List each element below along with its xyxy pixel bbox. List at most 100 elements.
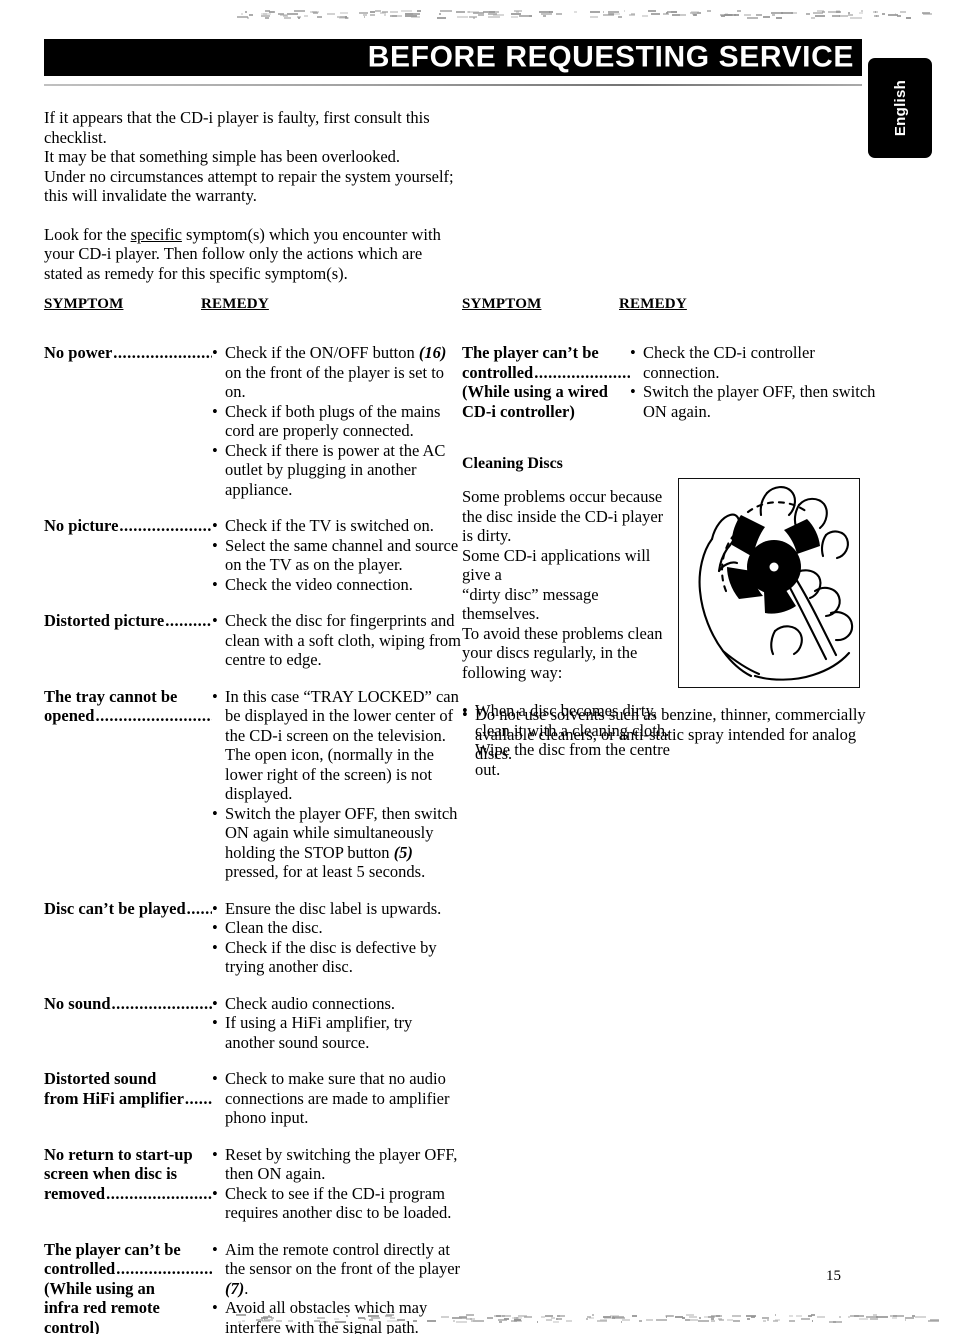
heading-remedy: REMEDY bbox=[201, 296, 269, 312]
list-item: • Switch the player OFF, then switch ON a… bbox=[630, 382, 882, 421]
cleaning-paragraph-line: To avoid these problems clean bbox=[462, 623, 663, 643]
symptom-line: (While using a wired bbox=[462, 382, 608, 401]
remedy-list: • Aim the remote control directly at the … bbox=[212, 1240, 464, 1334]
bullet-icon: • bbox=[212, 1183, 218, 1203]
symptom-remedy-entry: No sound................................… bbox=[44, 994, 464, 1053]
bullet-icon: • bbox=[212, 918, 218, 937]
cleaning-paragraph-line: is dirty. bbox=[462, 526, 512, 545]
list-item-text: Ensure the disc label is upwards. bbox=[225, 898, 442, 918]
intro-text: If it appears that the CD-i player is fa… bbox=[44, 108, 464, 283]
symptom-text: Distorted picture bbox=[44, 611, 165, 630]
entry-row: No return to start-up screen when disc is… bbox=[44, 1145, 464, 1223]
part-reference: (7) bbox=[225, 1278, 245, 1298]
symptom-line: The tray cannot be bbox=[44, 686, 178, 706]
list-item-text: In this case “TRAY LOCKED” can be displa… bbox=[225, 686, 459, 804]
list-item-text: Reset by switching the player OFF, then … bbox=[225, 1144, 458, 1184]
symptom-label: from HiFi amplifier.....................… bbox=[44, 1089, 212, 1109]
intro-line-3: It may be that something simple has been… bbox=[44, 147, 401, 166]
symptom-label: No sound................................… bbox=[44, 994, 212, 1014]
symptom-line: The player can’t be bbox=[462, 343, 599, 362]
symptom-label: opened..................................… bbox=[44, 706, 212, 726]
remedy-cell: • Check to make sure that no audio connec… bbox=[212, 1069, 464, 1128]
cleaning-discs-bullet-2: • Do not use solvents such as benzine, th… bbox=[462, 705, 882, 764]
list-item: • Check to see if the CD-i program requir… bbox=[212, 1184, 464, 1223]
list-item: • Check if the disc is defective by tryin… bbox=[212, 938, 464, 977]
cleaning-paragraph-line: your discs regularly, in the bbox=[462, 643, 638, 662]
list-item: • Switch the player OFF, then switch ON a… bbox=[212, 804, 464, 882]
list-item: • Check if there is power at the AC outle… bbox=[212, 441, 464, 500]
leader-dots: ........................................… bbox=[184, 1088, 212, 1108]
list-item: • If using a HiFi amplifier, try another … bbox=[212, 1013, 464, 1052]
list-item: • In this case “TRAY LOCKED” can be displ… bbox=[212, 687, 464, 804]
symptom-line: control) bbox=[44, 1317, 100, 1334]
cleaning-paragraph-line: “dirty disc” message themselves. bbox=[462, 584, 599, 624]
list-item: • Check the disc for fingerprints and cle… bbox=[212, 611, 464, 670]
list-item: • Check the CD-i controller connection. bbox=[630, 343, 882, 382]
bullet-icon: • bbox=[462, 705, 468, 724]
symptom-cell: No picture..............................… bbox=[44, 516, 212, 536]
page-title: BEFORE REQUESTING SERVICE bbox=[367, 39, 854, 73]
symptom-text: controlled bbox=[44, 1259, 116, 1278]
list-item: • Check if the TV is switched on. bbox=[212, 516, 464, 536]
list-item-text: Do not use solvents such as benzine, thi… bbox=[475, 705, 866, 763]
intro-line-5: this will invalidate the warranty. bbox=[44, 186, 257, 205]
symptom-text: removed bbox=[44, 1183, 106, 1203]
symptom-text: Disc can’t be played bbox=[44, 898, 186, 918]
remedy-cell: • Check the CD-i controller connection. • S… bbox=[630, 343, 882, 421]
symptom-cell: Disc can’t be played....................… bbox=[44, 899, 212, 919]
bullet-icon: • bbox=[212, 803, 218, 823]
intro-paragraph-2: Look for the specific symptom(s) which y… bbox=[44, 225, 464, 284]
leader-dots: ........................................… bbox=[106, 1183, 212, 1203]
remedy-list: • Check if the TV is switched on. • Select … bbox=[212, 516, 464, 594]
heading-remedy: REMEDY bbox=[619, 296, 687, 312]
symptom-cell: The player can’t be controlled...........… bbox=[462, 343, 630, 421]
symptom-text: No picture bbox=[44, 516, 119, 535]
bullet-icon: • bbox=[212, 1298, 218, 1317]
list-item-text: Switch the player OFF, then switch ON ag… bbox=[225, 803, 458, 862]
leader-dots: ........................................… bbox=[111, 993, 213, 1013]
remedy-cell: • Check if the TV is switched on. • Select … bbox=[212, 516, 464, 594]
list-item-text-tail: on the front of the player is set to on. bbox=[225, 362, 445, 402]
list-item: • Check the video connection. bbox=[212, 575, 464, 595]
remedy-list: • Check audio connections. • If using a HiF… bbox=[212, 994, 464, 1053]
list-item: • Ensure the disc label is upwards. bbox=[212, 899, 464, 919]
leader-dots: ........................................… bbox=[165, 611, 212, 630]
symptom-cell: The tray cannot be opened................… bbox=[44, 687, 212, 726]
symptom-label: controlled..............................… bbox=[44, 1259, 212, 1279]
cleaning-paragraph-line: following way: bbox=[462, 662, 563, 682]
list-item-text: Check if both plugs of the mains cord ar… bbox=[225, 401, 441, 441]
leader-dots: ........................................… bbox=[534, 362, 630, 382]
document-page: BEFORE REQUESTING SERVICE English If it … bbox=[0, 0, 954, 1334]
list-item: • Select the same channel and source on t… bbox=[212, 536, 464, 575]
entry-row: No sound................................… bbox=[44, 994, 464, 1053]
entry-row: The player can’t be controlled...........… bbox=[44, 1240, 464, 1334]
leader-dots: ........................................… bbox=[186, 898, 212, 918]
remedy-cell: • Check audio connections. • If using a HiF… bbox=[212, 994, 464, 1053]
bullet-icon: • bbox=[212, 993, 218, 1013]
entry-row: Distorted soundfrom HiFi amplifier......… bbox=[44, 1069, 464, 1128]
bullet-icon: • bbox=[212, 1144, 218, 1164]
list-item-text: Check if there is power at the AC outlet… bbox=[225, 440, 446, 499]
symptom-remedy-entry: The player can’t be controlled...........… bbox=[44, 1240, 464, 1334]
list-item: • Reset by switching the player OFF, then… bbox=[212, 1145, 464, 1184]
entries-right: The player can’t be controlled...........… bbox=[462, 343, 882, 421]
symptom-label: Distorted picture.......................… bbox=[44, 611, 212, 631]
symptom-cell: No power................................… bbox=[44, 343, 212, 363]
remedy-list: • Check if the ON/OFF button (16) on the … bbox=[212, 343, 464, 499]
bullet-icon: • bbox=[212, 516, 218, 535]
bullet-icon: • bbox=[212, 937, 218, 957]
page-number: 15 bbox=[826, 1268, 841, 1284]
remedy-list: • Check to make sure that no audio connec… bbox=[212, 1069, 464, 1128]
list-item-text: Check the CD-i controller connection. bbox=[643, 343, 815, 382]
entry-row: Disc can’t be played....................… bbox=[44, 899, 464, 977]
symptom-remedy-entry: Disc can’t be played....................… bbox=[44, 899, 464, 977]
bullet-icon: • bbox=[212, 574, 218, 594]
bullet-icon: • bbox=[212, 343, 218, 362]
list-item-text: Check if the disc is defective by trying… bbox=[225, 937, 437, 977]
symptom-line: No return to start-up bbox=[44, 1144, 193, 1164]
remedy-cell: • Check the disc for fingerprints and cle… bbox=[212, 611, 464, 670]
intro-p2-before: Look for the bbox=[44, 224, 131, 244]
symptom-line: Distorted sound bbox=[44, 1069, 157, 1088]
symptom-line: (While using an bbox=[44, 1278, 155, 1298]
bullet-icon: • bbox=[212, 611, 218, 630]
